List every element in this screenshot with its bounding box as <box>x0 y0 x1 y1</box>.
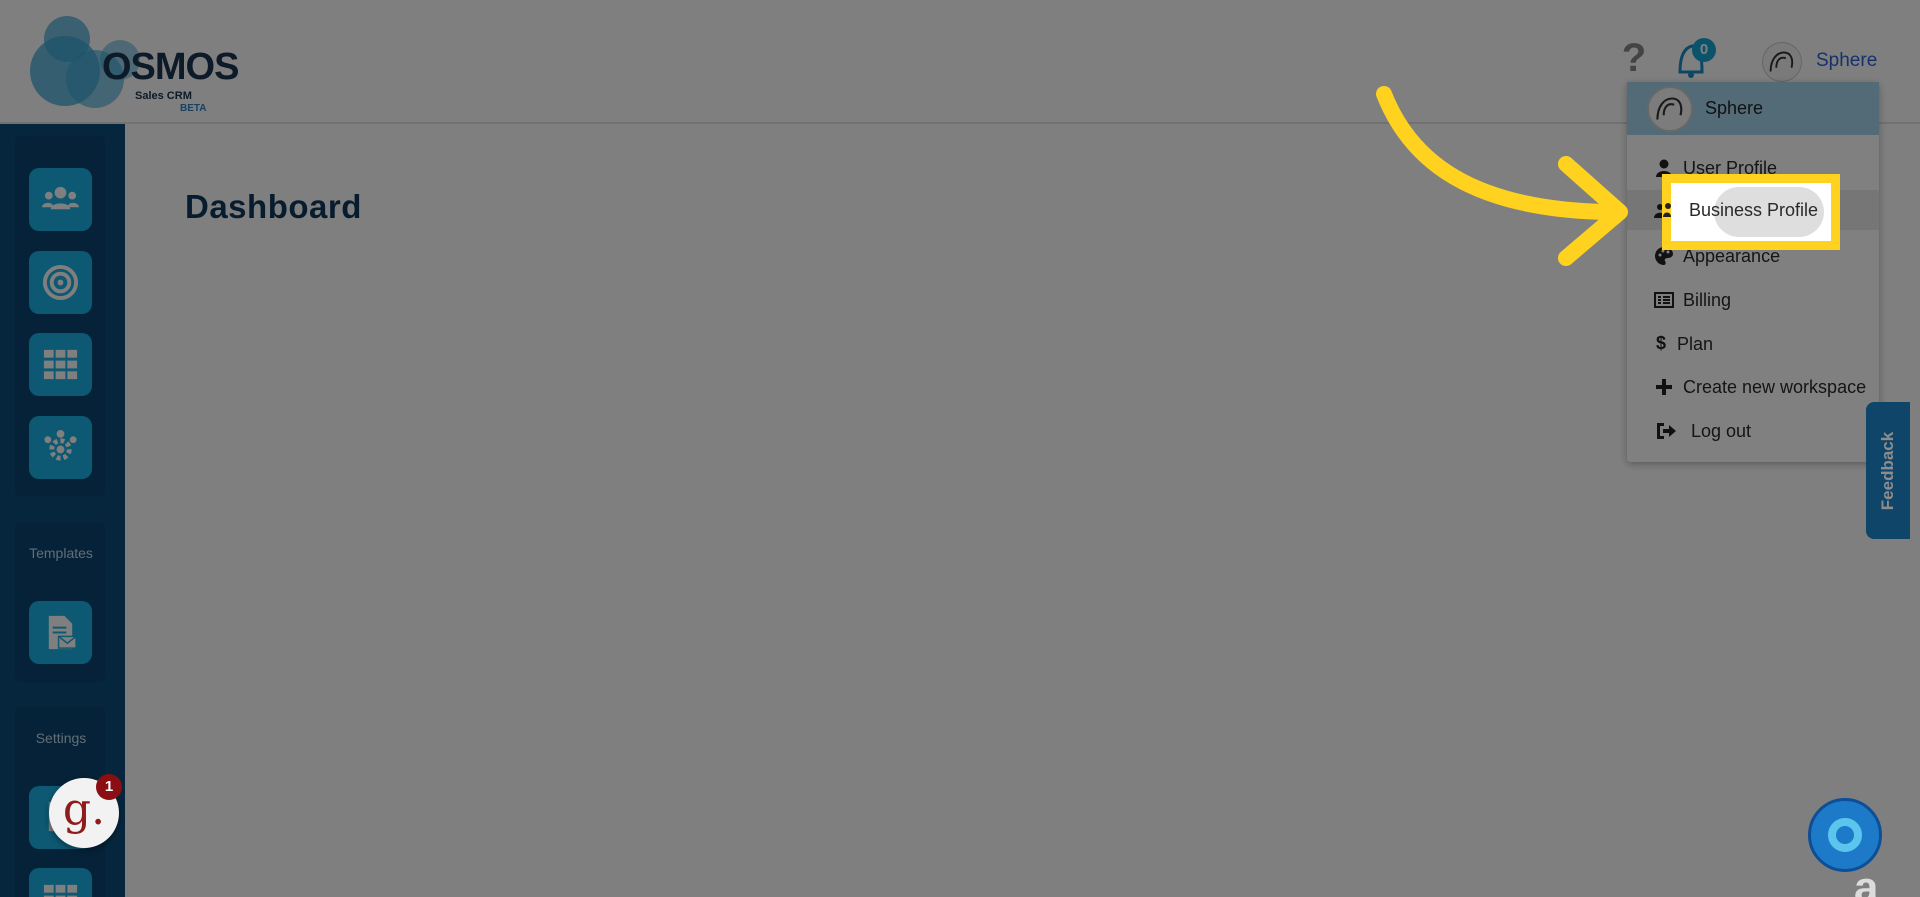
menu-item-plan[interactable]: $ Plan <box>1627 324 1879 364</box>
highlighted-business-profile[interactable]: Business Profile <box>1662 174 1840 250</box>
dollar-icon: $ <box>1656 333 1667 353</box>
tutorial-arrow-icon <box>1376 86 1628 266</box>
corner-watermark-icon: a <box>1854 863 1879 897</box>
business-icon <box>1663 203 1671 217</box>
dropdown-header: Sphere <box>1627 82 1879 135</box>
menu-item-label: Plan <box>1677 334 1714 354</box>
menu-item-create-workspace[interactable]: Create new workspace <box>1627 367 1879 407</box>
highlighted-label: Business Profile <box>1689 200 1819 220</box>
menu-item-label: Create new workspace <box>1683 377 1867 397</box>
menu-item-label: Log out <box>1691 421 1752 441</box>
g-widget-badge: 1 <box>96 774 122 800</box>
feedback-label: Feedback <box>1878 431 1897 510</box>
feedback-tab[interactable]: Feedback <box>1866 402 1910 539</box>
chat-ring-icon <box>1828 818 1862 852</box>
dropdown-user-name: Sphere <box>1705 98 1764 118</box>
logout-icon <box>1657 423 1676 439</box>
menu-item-billing[interactable]: Billing <box>1627 280 1879 320</box>
avatar-image <box>1656 97 1683 120</box>
user-dropdown-menu: Sphere User Profile Business Profile App… <box>1627 82 1879 462</box>
menu-item-label: Billing <box>1683 290 1732 310</box>
plus-icon <box>1656 379 1672 395</box>
list-icon <box>1654 292 1674 308</box>
chat-launcher-button[interactable] <box>1808 798 1882 872</box>
dropdown-avatar <box>1647 86 1693 132</box>
menu-item-log-out[interactable]: Log out <box>1627 411 1879 451</box>
